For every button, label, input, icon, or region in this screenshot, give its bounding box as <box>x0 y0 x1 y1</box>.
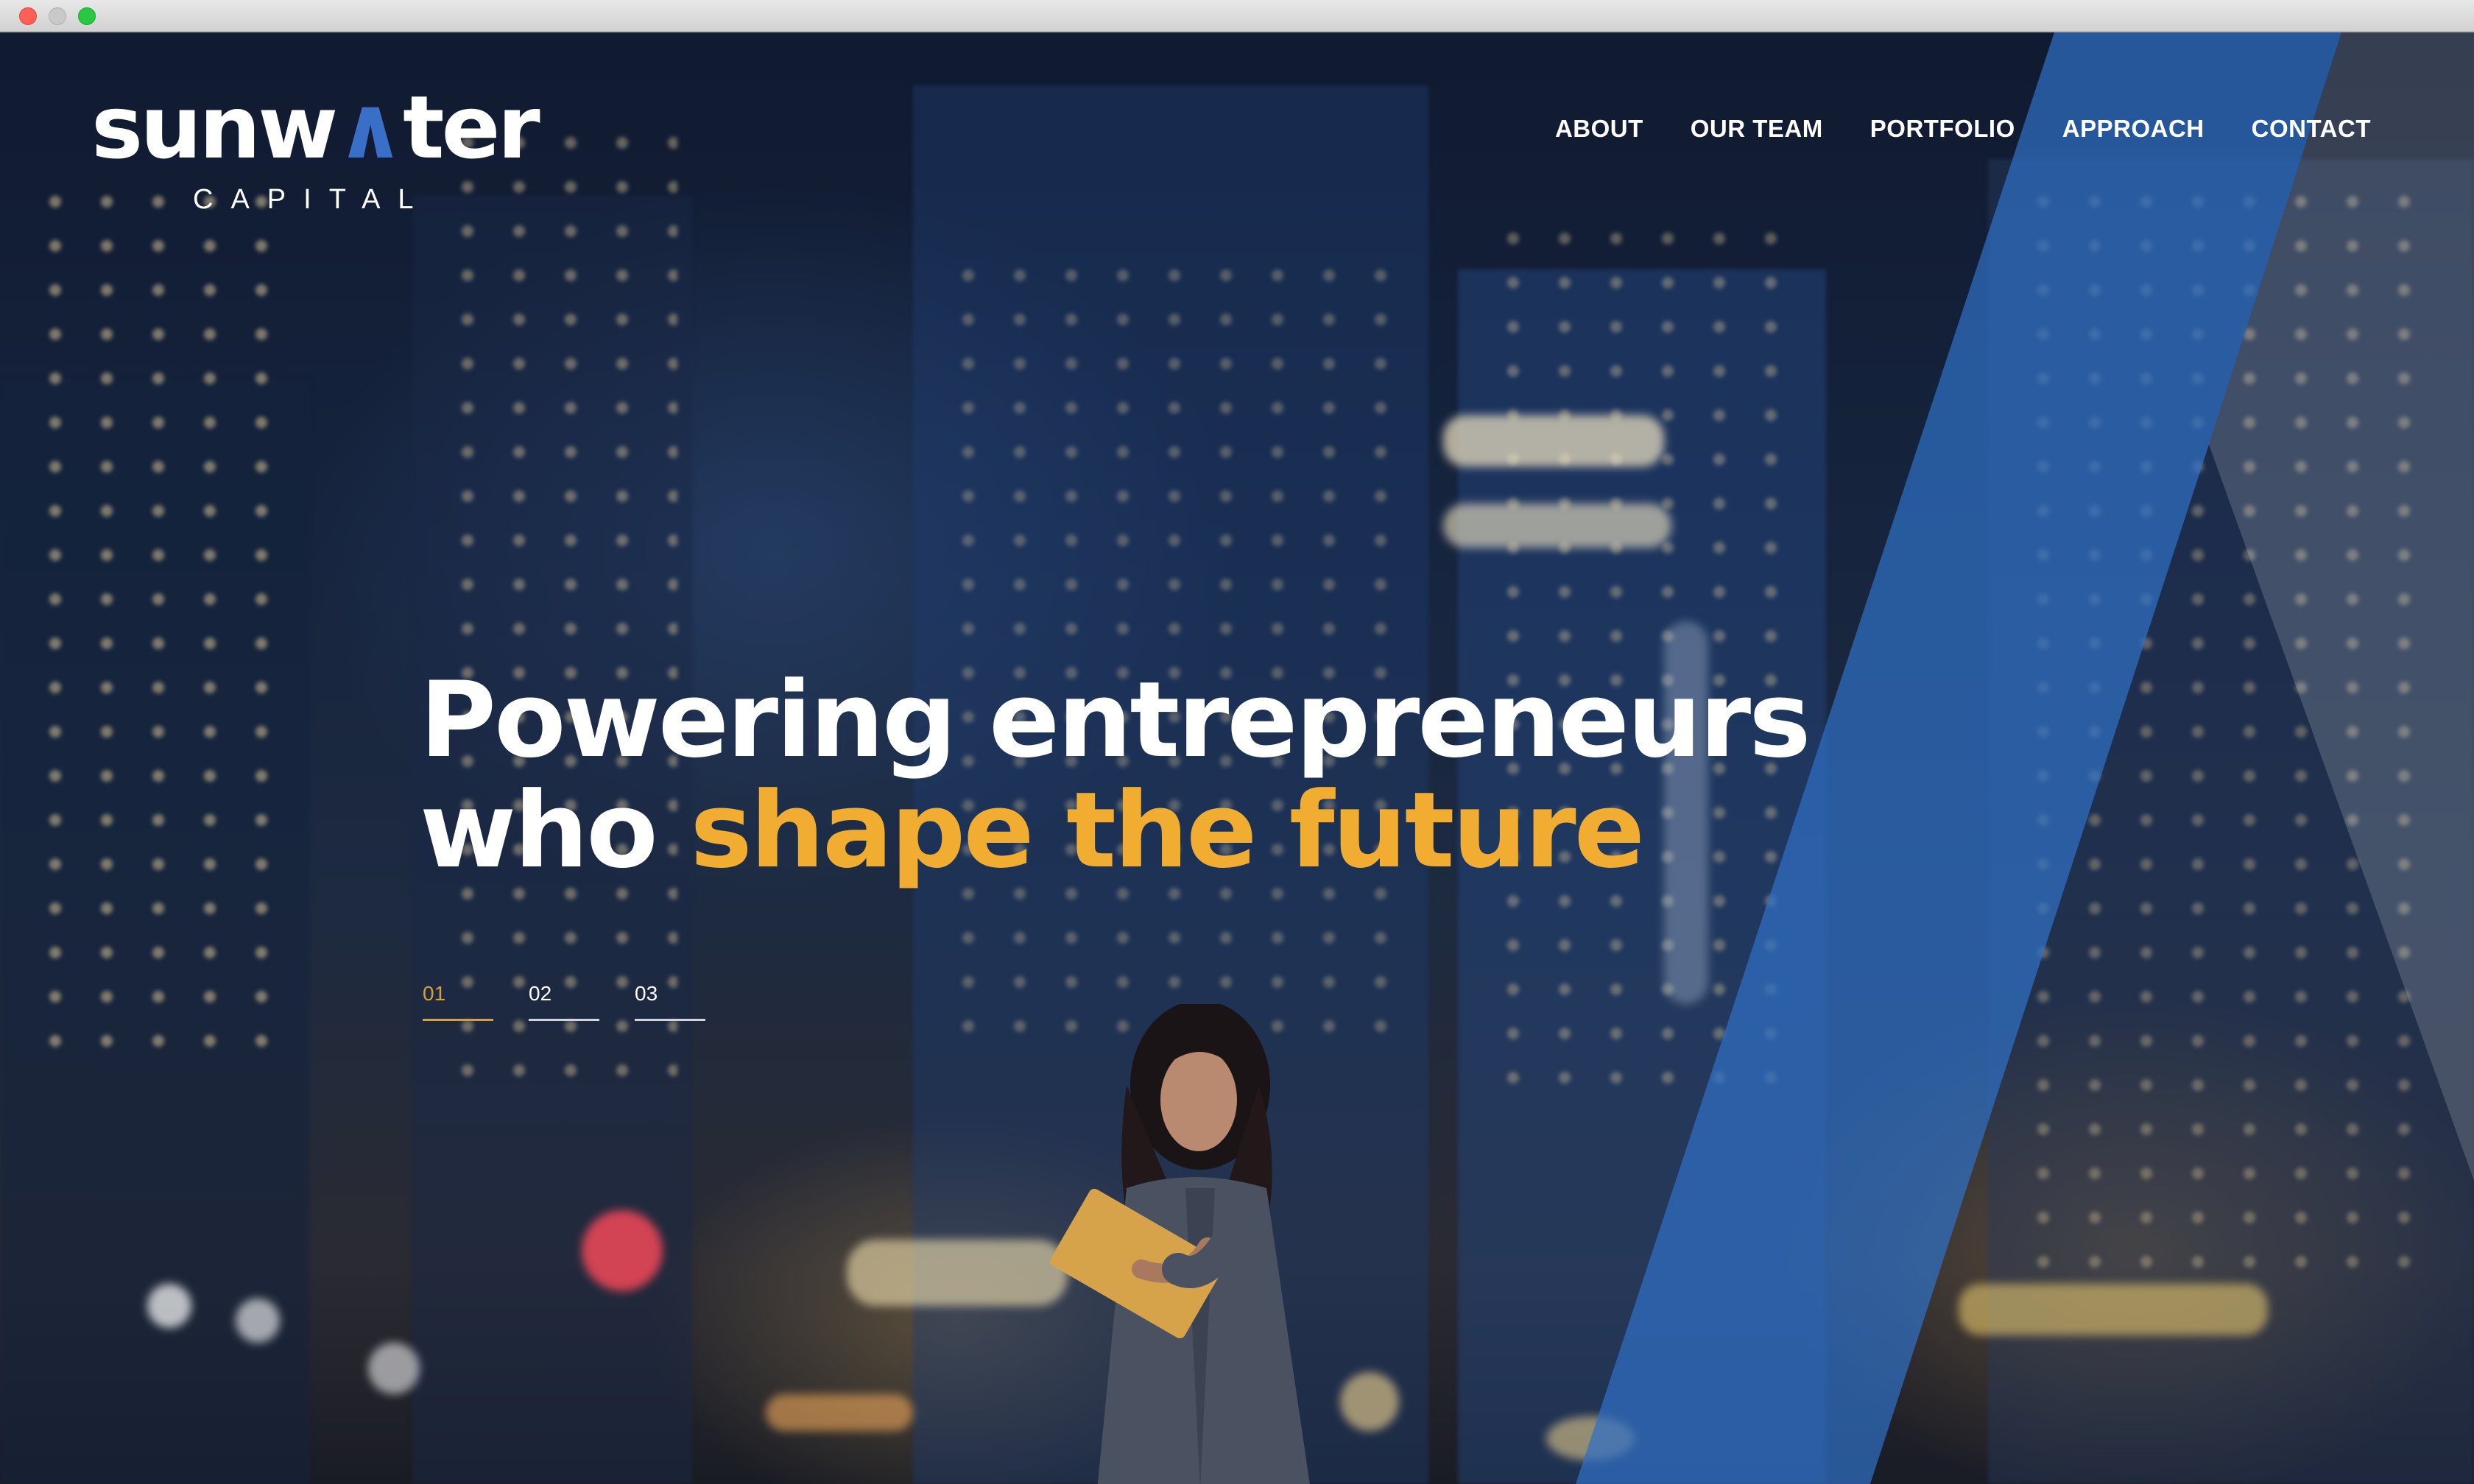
main-nav: ABOUT OUR TEAM PORTFOLIO APPROACH CONTAC… <box>1555 115 2371 143</box>
hero-section: sunw∧ter CAPITAL ABOUT OUR TEAM PORTFOLI… <box>0 32 2474 1484</box>
browser-window: sunw∧ter CAPITAL ABOUT OUR TEAM PORTFOLI… <box>0 0 2474 1484</box>
slide-indicator-02[interactable]: 02 <box>529 982 599 1021</box>
logo-accent-a: ∧ <box>335 77 406 178</box>
close-window-button[interactable] <box>19 7 37 25</box>
browser-toolbar <box>0 0 2474 32</box>
nav-contact[interactable]: CONTACT <box>2252 115 2371 143</box>
headline-line-1: Powering entrepreneurs <box>420 660 1811 781</box>
slide-indicator-01[interactable]: 01 <box>423 982 493 1021</box>
maximize-window-button[interactable] <box>78 7 96 25</box>
nav-approach[interactable]: APPROACH <box>2062 115 2205 143</box>
headline-highlight: shape the future <box>690 770 1645 891</box>
nav-about[interactable]: ABOUT <box>1555 115 1643 143</box>
headline-line-2: who shape the future <box>420 770 1645 891</box>
person-with-tablet-image <box>1050 1004 1310 1484</box>
slide-indicator-03[interactable]: 03 <box>635 982 705 1021</box>
logo-subtitle: CAPITAL <box>193 184 431 215</box>
minimize-window-button[interactable] <box>49 7 66 25</box>
hero-headline: Powering entrepreneurs who shape the fut… <box>420 660 1811 891</box>
nav-our-team[interactable]: OUR TEAM <box>1691 115 1823 143</box>
slide-indicators: 01 02 03 <box>423 982 705 1021</box>
sunwater-capital-logo[interactable]: sunw∧ter CAPITAL <box>91 77 540 216</box>
nav-portfolio[interactable]: PORTFOLIO <box>1870 115 2015 143</box>
logo-wordmark: sunw∧ter <box>91 77 540 178</box>
